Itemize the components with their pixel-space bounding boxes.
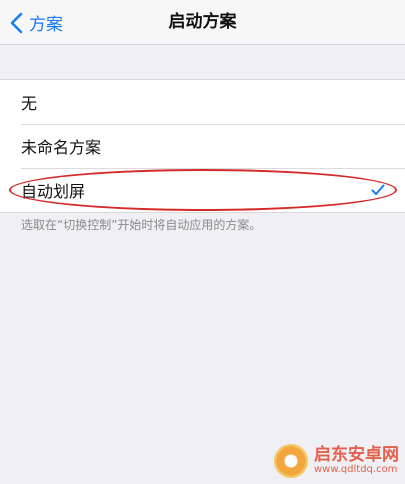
watermark-text: 启东安卓网 www.qdltdq.com [314,444,399,475]
navigation-bar: 方案 启动方案 [0,0,405,45]
option-auto-scan[interactable]: 自动划屏 [0,168,405,212]
option-unnamed-scheme[interactable]: 未命名方案 [0,124,405,168]
option-label: 自动划屏 [21,182,86,201]
checkmark-icon [371,184,385,195]
option-label: 未命名方案 [21,138,102,157]
footnote-text: 选取在“切换控制”开始时将自动应用的方案。 [21,218,262,232]
watermark-url: www.qdltdq.com [314,463,398,475]
watermark-logo-icon [274,444,308,478]
option-label: 无 [21,94,38,113]
page-title: 启动方案 [168,12,237,32]
option-none[interactable]: 无 [0,80,405,124]
watermark-name: 启东安卓网 [314,444,399,465]
watermark: 启东安卓网 www.qdltdq.com [274,444,399,478]
scheme-list: 无 未命名方案 自动划屏 [0,79,405,213]
